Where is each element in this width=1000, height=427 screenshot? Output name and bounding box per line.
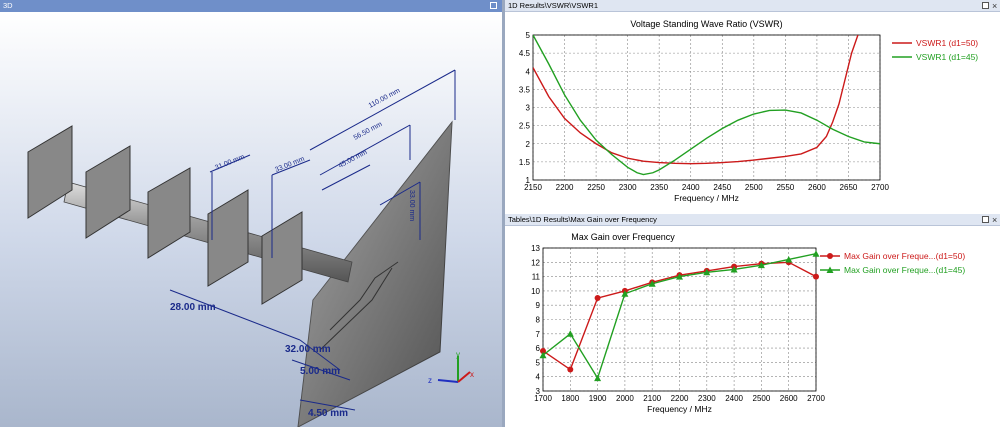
data-point [813, 273, 819, 280]
director-plate [27, 125, 73, 219]
x-tick-label: 2400 [682, 183, 700, 192]
x-tick-label: 2200 [671, 394, 689, 403]
x-tick-label: 2600 [780, 394, 798, 403]
gain-chart: Max Gain over Frequency1700 1800 1900 2000 2… [531, 232, 965, 414]
y-tick-label: 1 [526, 176, 531, 185]
x-tick-label: 2300 [619, 183, 637, 192]
x-axis-label: Frequency / MHz [674, 193, 739, 203]
y-tick-label: 5 [526, 31, 531, 40]
y-tick-label: 5 [536, 358, 541, 367]
x-tick-label: 2000 [616, 394, 634, 403]
axis-y-label: y [456, 350, 460, 359]
close-icon[interactable]: × [992, 0, 997, 12]
y-tick-label: 3.5 [519, 85, 531, 94]
y-tick-label: 3 [526, 104, 531, 113]
x-tick-label: 2700 [871, 183, 889, 192]
dimension-label: 31.00 mm [214, 154, 246, 172]
maximize-icon[interactable] [490, 2, 497, 9]
vswr-chart: Voltage Standing Wave Ratio (VSWR)2150 22… [519, 19, 978, 203]
data-point [567, 366, 574, 373]
y-tick-label: 9 [536, 301, 541, 310]
x-tick-label: 2350 [650, 183, 668, 192]
axis-x-label: x [470, 370, 474, 379]
y-tick-label: 3 [536, 387, 541, 396]
x-tick-label: 2500 [745, 183, 763, 192]
series-line [533, 35, 859, 165]
legend-label: Max Gain over Freque...(d1=50) [844, 251, 965, 261]
x-tick-label: 1900 [589, 394, 607, 403]
dimension-label: 45.00 mm [338, 149, 369, 170]
director-plate [147, 167, 191, 259]
legend-label: VSWR1 (d1=50) [916, 38, 978, 48]
x-tick-label: 2250 [587, 183, 605, 192]
y-tick-label: 1.5 [519, 158, 531, 167]
x-tick-label: 2300 [698, 394, 716, 403]
panel-title-vswr: 1D Results\VSWR\VSWR1 [505, 0, 1000, 12]
y-tick-label: 4 [536, 373, 541, 382]
y-tick-label: 10 [531, 287, 540, 296]
dimension-label: 28.00 mm [170, 302, 216, 313]
data-point [812, 250, 820, 257]
y-tick-label: 13 [531, 244, 540, 253]
dimension-label: 5.00 mm [300, 366, 340, 377]
panel-title-text: 1D Results\VSWR\VSWR1 [508, 1, 599, 10]
x-tick-label: 2400 [725, 394, 743, 403]
y-tick-label: 4 [526, 67, 531, 76]
x-tick-label: 2450 [713, 183, 731, 192]
x-tick-label: 2200 [556, 183, 574, 192]
axis-z-label: z [428, 376, 432, 385]
x-axis-label: Frequency / MHz [647, 404, 712, 414]
y-tick-label: 7 [536, 330, 541, 339]
y-tick-label: 2 [526, 140, 531, 149]
x-tick-label: 2700 [807, 394, 825, 403]
x-tick-label: 2500 [753, 394, 771, 403]
dimension-label: 33.00 mm [408, 190, 415, 221]
x-tick-label: 2100 [643, 394, 661, 403]
dimension-label: 33.00 mm [274, 156, 306, 174]
data-point [594, 374, 602, 382]
y-tick-label: 12 [531, 258, 540, 267]
x-tick-label: 2550 [776, 183, 794, 192]
legend-marker [827, 253, 833, 259]
x-tick-label: 2600 [808, 183, 826, 192]
dimension-label: 110.00 mm [368, 87, 402, 109]
maximize-icon[interactable] [982, 2, 989, 9]
panel-title-text: Tables\1D Results\Max Gain over Frequenc… [508, 215, 657, 224]
close-icon[interactable]: × [992, 214, 997, 226]
panel-title-text: 3D [3, 1, 13, 10]
panel-title-3d: 3D [0, 0, 502, 12]
y-tick-label: 8 [536, 316, 541, 325]
data-point [594, 295, 601, 302]
y-tick-label: 2.5 [519, 122, 531, 131]
y-tick-label: 11 [532, 273, 541, 282]
3d-model-drawing: 110.00 mm 56.50 mm 45.00 mm 31.00 mm 33.… [27, 69, 474, 427]
legend-label: Max Gain over Freque...(d1=45) [844, 265, 965, 275]
dimension-label: 4.50 mm [308, 408, 348, 419]
3d-model-view[interactable]: 110.00 mm 56.50 mm 45.00 mm 31.00 mm 33.… [0, 12, 502, 427]
x-tick-label: 1800 [561, 394, 579, 403]
x-tick-label: 2650 [840, 183, 858, 192]
y-tick-label: 6 [536, 344, 541, 353]
legend-label: VSWR1 (d1=45) [916, 52, 978, 62]
director-plate [85, 145, 131, 239]
chart-title: Voltage Standing Wave Ratio (VSWR) [630, 19, 782, 29]
dimension-label: 32.00 mm [285, 344, 331, 355]
panel-title-gain: Tables\1D Results\Max Gain over Frequenc… [505, 214, 1000, 226]
y-tick-label: 4.5 [519, 49, 531, 58]
series-line [533, 35, 880, 176]
director-plate [207, 189, 249, 287]
director-plate [261, 211, 303, 305]
chart-title: Max Gain over Frequency [571, 232, 675, 242]
maximize-icon[interactable] [982, 216, 989, 223]
